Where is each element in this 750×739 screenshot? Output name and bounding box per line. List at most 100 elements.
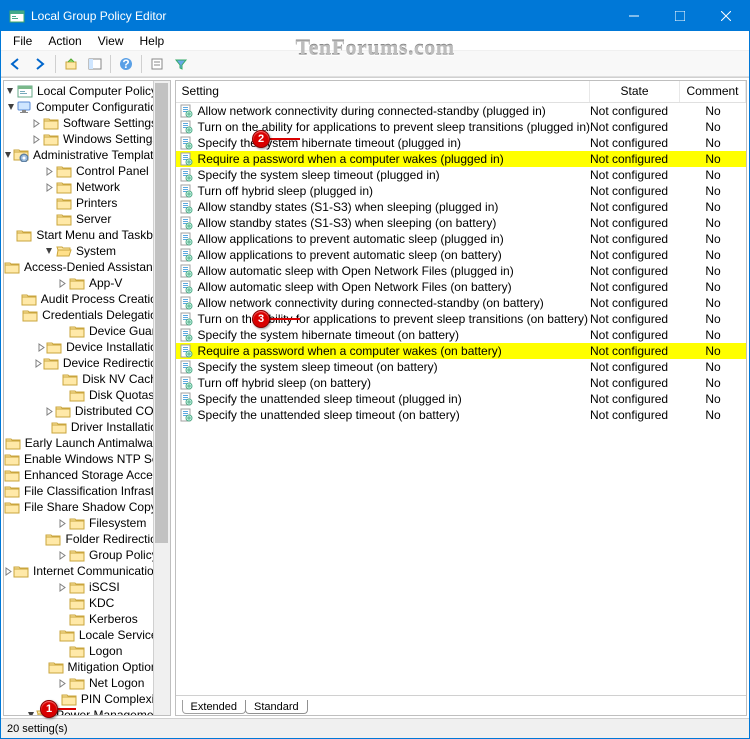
tree-item[interactable]: Administrative Templates: [4, 147, 170, 163]
help-button[interactable]: ?: [115, 53, 137, 75]
setting-row[interactable]: Allow standby states (S1-S3) when sleepi…: [176, 215, 746, 231]
tree-item[interactable]: iSCSI: [4, 579, 170, 595]
tree-item[interactable]: System: [4, 243, 170, 259]
tree-item[interactable]: File Classification Infrastructure: [4, 483, 170, 499]
setting-row[interactable]: Specify the system hibernate timeout (on…: [176, 327, 746, 343]
tree-item[interactable]: Locale Services: [4, 627, 170, 643]
tree-twisty[interactable]: [56, 549, 69, 562]
tree-item[interactable]: Driver Installation: [4, 419, 170, 435]
tree-twisty[interactable]: [4, 85, 17, 98]
tree-twisty[interactable]: [56, 325, 69, 338]
tree[interactable]: Local Computer PolicyComputer Configurat…: [4, 81, 170, 715]
tree-twisty[interactable]: [51, 373, 63, 386]
setting-row[interactable]: Allow automatic sleep with Open Network …: [176, 279, 746, 295]
setting-row[interactable]: Specify the unattended sleep timeout (pl…: [176, 391, 746, 407]
tree-twisty[interactable]: [43, 197, 56, 210]
back-button[interactable]: [5, 53, 27, 75]
tree-twisty[interactable]: [56, 597, 69, 610]
tree-twisty[interactable]: [48, 629, 59, 642]
tree-item[interactable]: Net Logon: [4, 675, 170, 691]
tree-twisty[interactable]: [4, 149, 13, 162]
tree-twisty[interactable]: [7, 101, 16, 114]
menu-action[interactable]: Action: [40, 34, 89, 48]
tree-twisty[interactable]: [56, 517, 69, 530]
tree-item[interactable]: Enable Windows NTP Server: [4, 451, 170, 467]
setting-row[interactable]: Specify the system sleep timeout (plugge…: [176, 167, 746, 183]
tree-twisty[interactable]: [56, 613, 69, 626]
tree-twisty[interactable]: [39, 661, 48, 674]
setting-row[interactable]: Require a password when a computer wakes…: [176, 151, 746, 167]
tree-twisty[interactable]: [56, 389, 69, 402]
tree-item[interactable]: Printers: [4, 195, 170, 211]
setting-row[interactable]: Turn off hybrid sleep (plugged in)Not co…: [176, 183, 746, 199]
tree-twisty[interactable]: [30, 133, 43, 146]
list-header[interactable]: Setting State Comment: [176, 81, 746, 103]
tree-item[interactable]: Credentials Delegation: [4, 307, 170, 323]
tree-item[interactable]: Windows Settings: [4, 131, 170, 147]
tree-scrollbar-thumb[interactable]: [155, 83, 168, 543]
setting-row[interactable]: Allow standby states (S1-S3) when sleepi…: [176, 199, 746, 215]
tree-item[interactable]: Filesystem: [4, 515, 170, 531]
tree-item[interactable]: Enhanced Storage Access: [4, 467, 170, 483]
tree-item[interactable]: Early Launch Antimalware: [4, 435, 170, 451]
tree-item[interactable]: Audit Process Creation: [4, 291, 170, 307]
close-button[interactable]: [703, 1, 749, 31]
tree-twisty[interactable]: [43, 245, 56, 258]
tree-item[interactable]: PIN Complexity: [4, 691, 170, 707]
forward-button[interactable]: [29, 53, 51, 75]
setting-row[interactable]: Require a password when a computer wakes…: [176, 343, 746, 359]
titlebar[interactable]: Local Group Policy Editor: [1, 1, 749, 31]
minimize-button[interactable]: [611, 1, 657, 31]
tree-item[interactable]: Internet Communication Management: [4, 563, 170, 579]
tree-item[interactable]: Kerberos: [4, 611, 170, 627]
tab-extended[interactable]: Extended: [182, 700, 246, 714]
tree-twisty[interactable]: [56, 277, 69, 290]
tree-item[interactable]: Disk Quotas: [4, 387, 170, 403]
tree-item[interactable]: Software Settings: [4, 115, 170, 131]
col-setting[interactable]: Setting: [176, 81, 590, 102]
tree-item[interactable]: Disk NV Cache: [4, 371, 170, 387]
tree-item[interactable]: Local Computer Policy: [4, 83, 170, 99]
tree-pane[interactable]: Local Computer PolicyComputer Configurat…: [3, 80, 171, 716]
col-comment[interactable]: Comment: [680, 81, 746, 102]
tab-standard[interactable]: Standard: [245, 700, 308, 714]
tree-twisty[interactable]: [37, 533, 45, 546]
tree-item[interactable]: Device Guard: [4, 323, 170, 339]
properties-button[interactable]: [146, 53, 168, 75]
setting-row[interactable]: Specify the unattended sleep timeout (on…: [176, 407, 746, 423]
tree-twisty[interactable]: [56, 581, 69, 594]
maximize-button[interactable]: [657, 1, 703, 31]
setting-row[interactable]: Specify the system sleep timeout (on bat…: [176, 359, 746, 375]
setting-row[interactable]: Turn off hybrid sleep (on battery)Not co…: [176, 375, 746, 391]
tree-item[interactable]: Network: [4, 179, 170, 195]
menu-file[interactable]: File: [5, 34, 40, 48]
tree-scrollbar[interactable]: [153, 81, 170, 715]
up-button[interactable]: [60, 53, 82, 75]
tree-twisty[interactable]: [34, 357, 43, 370]
tree-item[interactable]: Power Management: [4, 707, 170, 715]
tree-item[interactable]: Start Menu and Taskbar: [4, 227, 170, 243]
tree-item[interactable]: Mitigation Options: [4, 659, 170, 675]
setting-row[interactable]: Allow applications to prevent automatic …: [176, 247, 746, 263]
menu-view[interactable]: View: [90, 34, 132, 48]
show-hide-tree-button[interactable]: [84, 53, 106, 75]
tree-item[interactable]: Access-Denied Assistance: [4, 259, 170, 275]
tree-item[interactable]: Distributed COM: [4, 403, 170, 419]
tree-item[interactable]: App-V: [4, 275, 170, 291]
setting-row[interactable]: Allow applications to prevent automatic …: [176, 231, 746, 247]
tree-item[interactable]: Logon: [4, 643, 170, 659]
tree-twisty[interactable]: [43, 165, 56, 178]
tree-item[interactable]: Folder Redirection: [4, 531, 170, 547]
tree-item[interactable]: File Share Shadow Copy Provider: [4, 499, 170, 515]
menu-help[interactable]: Help: [132, 34, 173, 48]
tree-twisty[interactable]: [43, 213, 56, 226]
tree-twisty[interactable]: [45, 405, 55, 418]
col-state[interactable]: State: [590, 81, 680, 102]
setting-row[interactable]: Allow automatic sleep with Open Network …: [176, 263, 746, 279]
filter-button[interactable]: [170, 53, 192, 75]
tree-twisty[interactable]: [30, 117, 43, 130]
tree-twisty[interactable]: [27, 709, 36, 716]
tree-item[interactable]: Control Panel: [4, 163, 170, 179]
tree-item[interactable]: Server: [4, 211, 170, 227]
tree-item[interactable]: Computer Configuration: [4, 99, 170, 115]
